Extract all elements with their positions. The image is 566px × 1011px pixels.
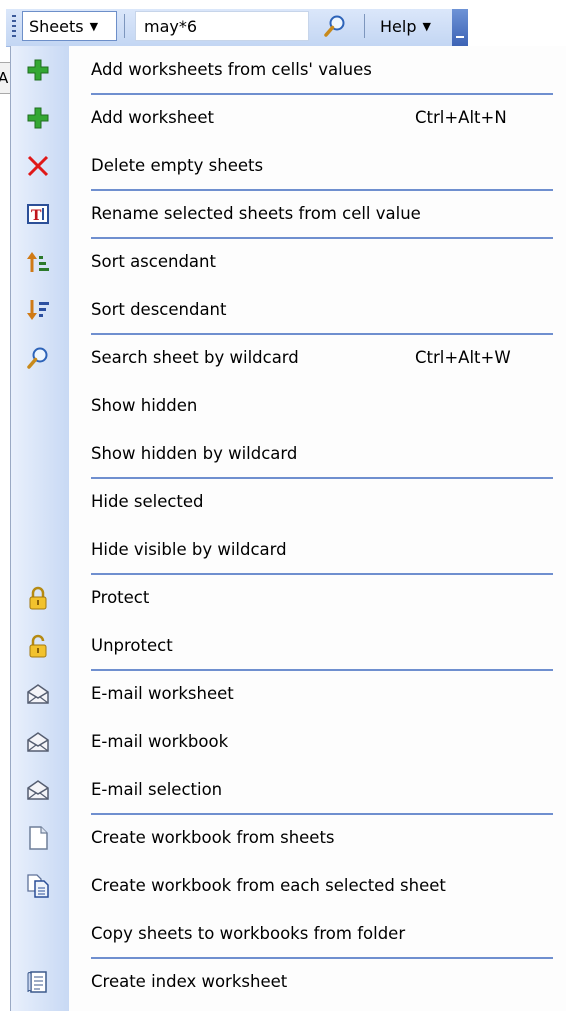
green-plus-icon [25, 58, 51, 82]
menu-item-rename-selected-sheets-from-cell-value[interactable]: T Rename selected sheets from cell value [11, 190, 566, 238]
menu-item-show-hidden-by-wildcard[interactable]: Show hidden by wildcard [11, 430, 566, 478]
green-plus-icon [25, 106, 51, 130]
sort-ascending-icon [25, 250, 51, 274]
menu-item-add-worksheet[interactable]: Add worksheet Ctrl+Alt+N [11, 94, 566, 142]
menu-item-label: Rename selected sheets from cell value [91, 204, 421, 223]
menu-item-search-sheet-by-wildcard[interactable]: Search sheet by wildcard Ctrl+Alt+W [11, 334, 566, 382]
menu-item-label: Create index worksheet [91, 972, 288, 991]
menu-item-label: Add worksheets from cells' values [91, 60, 372, 79]
svg-text:T: T [31, 208, 42, 224]
menu-item-label: Hide selected [91, 492, 204, 511]
menu-item-label: Create workbook from each selected sheet [91, 876, 446, 895]
toolbar-separator [364, 14, 365, 38]
menu-item-create-index-worksheet[interactable]: Create index worksheet [11, 958, 566, 1006]
menu-item-label: Protect [91, 588, 150, 607]
lock-icon [25, 586, 51, 610]
menu-item-delete-empty-sheets[interactable]: Delete empty sheets [11, 142, 566, 190]
menu-item-sort-descendant[interactable]: Sort descendant [11, 286, 566, 334]
menu-item-label: E-mail workbook [91, 732, 229, 751]
menu-item-add-worksheets-from-cells-values[interactable]: Add worksheets from cells' values [11, 46, 566, 94]
menu-item-label: E-mail selection [91, 780, 223, 799]
menu-item-hide-selected[interactable]: Hide selected [11, 478, 566, 526]
menu-item-label: Create workbook from sheets [91, 828, 335, 847]
menu-item-label: Search sheet by wildcard [91, 348, 299, 367]
sheets-dropdown-menu: Add worksheets from cells' values Add wor… [10, 46, 566, 1011]
help-menu-button[interactable]: Help ▼ [374, 11, 450, 41]
sheets-menu-button[interactable]: Sheets ▼ [22, 11, 117, 41]
menu-item-label: Hide visible by wildcard [91, 540, 287, 559]
menu-item-show-hidden[interactable]: Show hidden [11, 382, 566, 430]
menu-item-hide-visible-by-wildcard[interactable]: Hide visible by wildcard [11, 526, 566, 574]
menu-item-e-mail-workbook[interactable]: E-mail workbook [11, 718, 566, 766]
menu-item-shortcut: Ctrl+Alt+W [415, 348, 511, 367]
menu-item-label: Add worksheet [91, 108, 214, 127]
copy-pages-icon [25, 874, 51, 898]
menu-item-label: Copy sheets to workbooks from folder [91, 924, 406, 943]
menu-item-label: Sort descendant [91, 300, 227, 319]
envelope-icon [25, 730, 51, 754]
red-x-icon [25, 154, 51, 178]
menu-item-unprotect[interactable]: Unprotect [11, 622, 566, 670]
menu-item-label: E-mail worksheet [91, 684, 234, 703]
menu-item-e-mail-selection[interactable]: E-mail selection [11, 766, 566, 814]
help-menu-label: Help [380, 16, 417, 36]
menu-item-shortcut: Ctrl+Alt+N [415, 108, 507, 127]
menu-item-sort-ascendant[interactable]: Sort ascendant [11, 238, 566, 286]
toolbar-separator [124, 14, 125, 38]
chevron-down-icon: ▼ [89, 19, 99, 33]
sort-descending-icon [25, 298, 51, 322]
search-button[interactable] [320, 12, 350, 40]
magnifier-icon [323, 14, 347, 38]
unlock-icon [25, 634, 51, 658]
menu-item-label: Show hidden [91, 396, 198, 415]
sheet-search-input[interactable] [135, 11, 309, 41]
chevron-down-icon: ▼ [422, 19, 431, 33]
menu-item-protect[interactable]: Protect [11, 574, 566, 622]
toolbar-grip-handle[interactable] [12, 15, 16, 39]
toolbar-overflow-button[interactable] [452, 9, 468, 46]
envelope-icon [25, 682, 51, 706]
menu-item-label: Sort ascendant [91, 252, 216, 271]
toolbar: Sheets ▼ Help ▼ [0, 0, 566, 48]
menu-item-label: Unprotect [91, 636, 173, 655]
menu-item-e-mail-worksheet[interactable]: E-mail worksheet [11, 670, 566, 718]
background-column-label: A [0, 69, 8, 87]
magnifier-icon [25, 346, 51, 370]
menu-item-label: Show hidden by wildcard [91, 444, 298, 463]
index-sheet-icon [25, 970, 51, 994]
menu-item-label: Delete empty sheets [91, 156, 264, 175]
blank-page-icon [25, 826, 51, 850]
rename-icon: T [25, 202, 51, 226]
envelope-icon [25, 778, 51, 802]
menu-item-create-workbook-from-sheets[interactable]: Create workbook from sheets [11, 814, 566, 862]
menu-item-copy-sheets-to-workbooks-from-folder[interactable]: Copy sheets to workbooks from folder [11, 910, 566, 958]
menu-item-create-workbook-from-each-selected-sheet[interactable]: Create workbook from each selected sheet [11, 862, 566, 910]
sheets-menu-label: Sheets [29, 16, 84, 36]
